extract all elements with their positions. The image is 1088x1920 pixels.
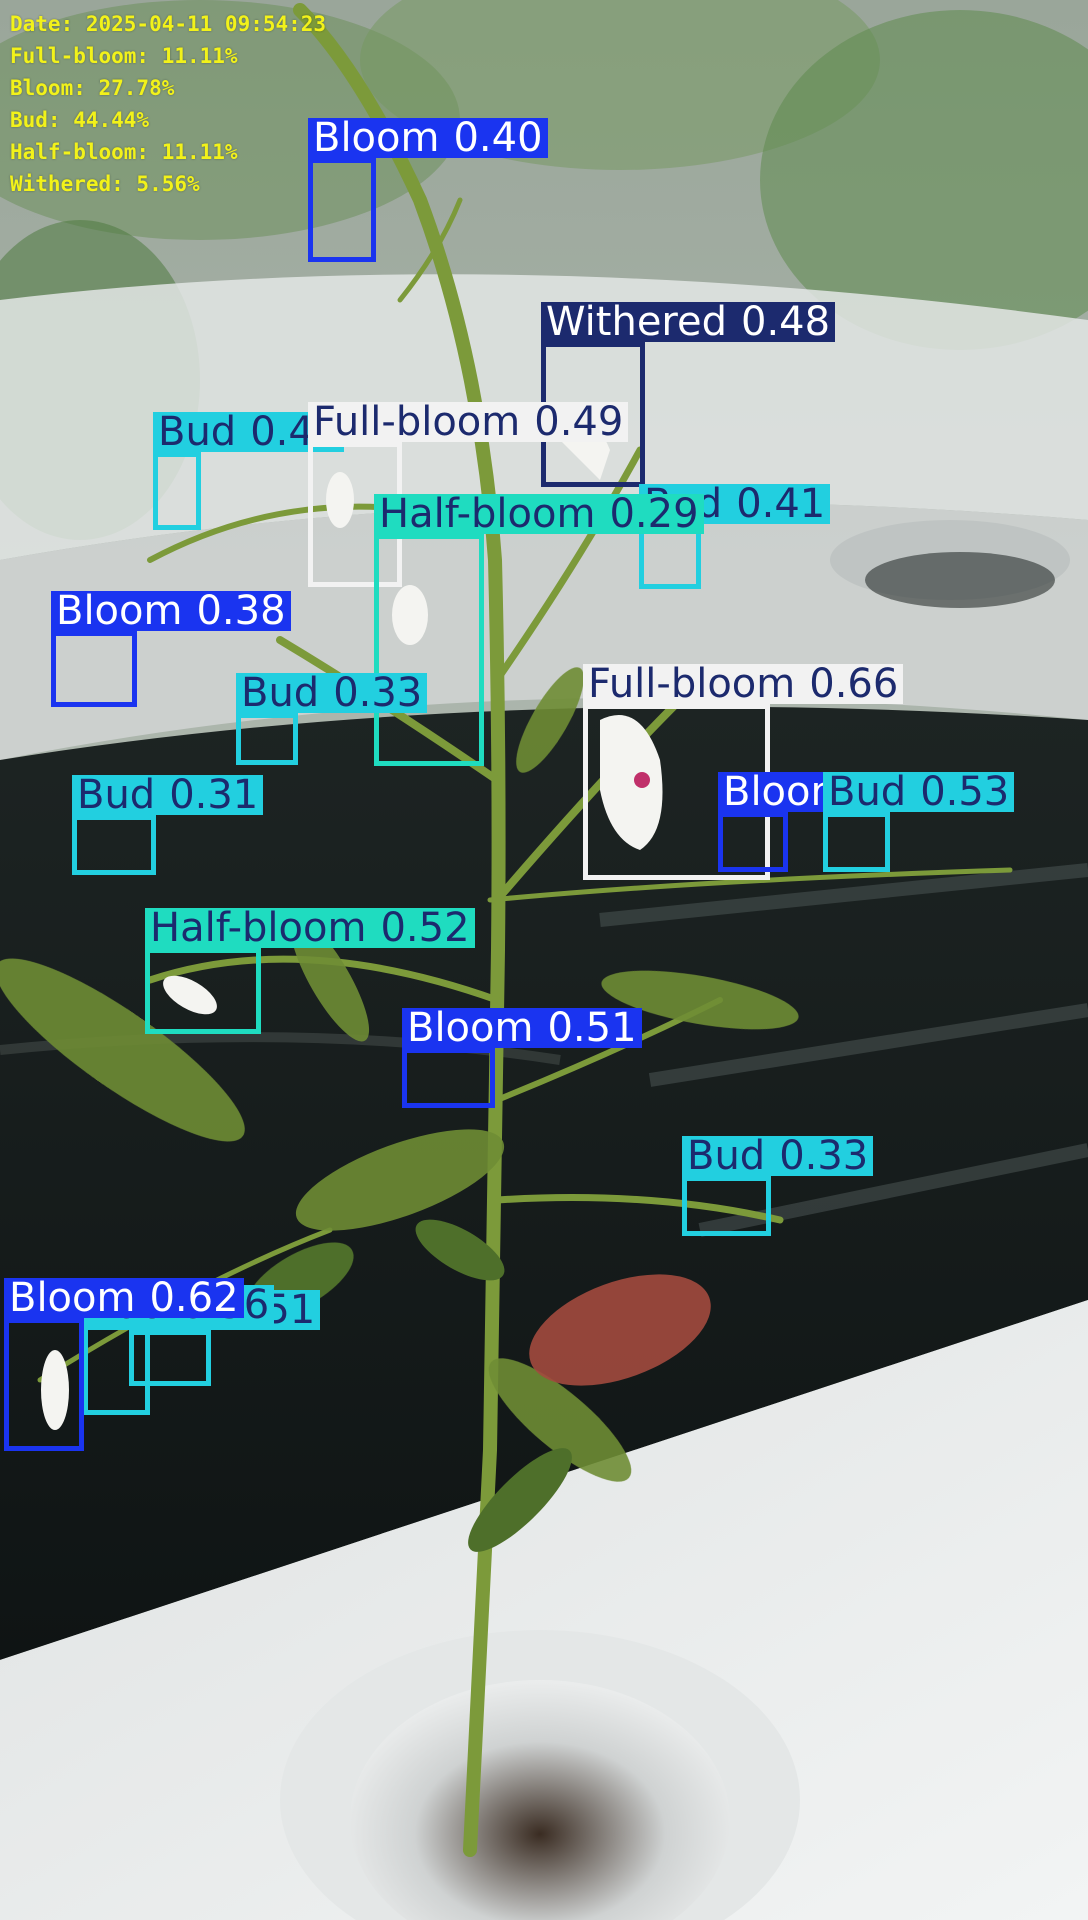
- stat-bud: Bud: 44.44%: [10, 108, 150, 132]
- detection-image: Date: 2025-04-11 09:54:23 Full-bloom: 11…: [0, 0, 1088, 1920]
- detection-class: Bud: [241, 670, 320, 716]
- detection-label: Half-bloom 0.52: [145, 908, 475, 948]
- detection-class: Withered: [546, 299, 727, 345]
- bounding-box: [402, 1048, 495, 1108]
- detection-class: Bloom: [407, 1005, 534, 1051]
- bounding-box: [236, 713, 298, 765]
- bounding-box: [718, 812, 788, 872]
- detection-label: Bud 0.33: [236, 670, 428, 716]
- detection-class: Bud: [828, 769, 907, 815]
- stat-full-bloom: Full-bloom: 11.11%: [10, 44, 238, 68]
- bounding-box: [374, 534, 484, 766]
- stat-withered: Withered: 5.56%: [10, 172, 200, 196]
- bounding-box: [145, 948, 261, 1034]
- detection-label: Full-bloom 0.49: [308, 399, 629, 445]
- detection-label: Full-bloom 0.66: [583, 661, 904, 707]
- detection-confidence: 0.33: [779, 1133, 869, 1179]
- detection-confidence: 0.31: [169, 772, 259, 818]
- detection-label: Withered 0.48: [541, 299, 836, 345]
- stat-half-bloom: Half-bloom: 11.11%: [10, 140, 238, 164]
- bounding-box: [4, 1318, 84, 1451]
- detection-confidence: 0.53: [920, 769, 1010, 815]
- detection-label: Half-bloom 0.29: [374, 494, 704, 534]
- stat-bloom: Bloom: 27.78%: [10, 76, 175, 100]
- detection-confidence: 0.51: [547, 1005, 637, 1051]
- detection-confidence: 0.33: [333, 670, 423, 716]
- date-line: Date: 2025-04-11 09:54:23: [10, 12, 327, 36]
- detection-class: Half-bloom: [379, 491, 596, 537]
- detection-class: Bud: [687, 1133, 766, 1179]
- detection-class: Bloom: [56, 588, 183, 634]
- detection-confidence: 0.52: [380, 905, 470, 951]
- detection-class: Full-bloom: [588, 661, 796, 707]
- detection-confidence: 0.40: [453, 115, 543, 161]
- detection-label: Bloom 0.40: [308, 118, 548, 158]
- detection-confidence: 0.49: [534, 399, 624, 445]
- bounding-box: [823, 812, 890, 872]
- detection-confidence: 0.62: [149, 1275, 239, 1321]
- detection-class: Half-bloom: [150, 905, 367, 951]
- detection-label: Bloom 0.38: [51, 591, 291, 631]
- detection-label: Bloom 0.62: [4, 1278, 244, 1318]
- detection-confidence: 0.41: [736, 481, 826, 527]
- bounding-box: [153, 452, 201, 530]
- bounding-box: [83, 1325, 150, 1415]
- detection-stats-overlay: Date: 2025-04-11 09:54:23 Full-bloom: 11…: [10, 8, 326, 200]
- detection-class: Full-bloom: [313, 399, 521, 445]
- bounding-box: [72, 815, 156, 875]
- detection-class: Bud: [158, 409, 237, 455]
- detection-confidence: 0.38: [196, 588, 286, 634]
- detection-label: Bloom 0.51: [402, 1008, 642, 1048]
- detection-label: Bud 0.53: [823, 769, 1015, 815]
- detection-confidence: 0.66: [809, 661, 899, 707]
- detection-label: Bud 0.31: [72, 772, 264, 818]
- detection-confidence: 0.29: [609, 491, 699, 537]
- detection-confidence: 0.48: [741, 299, 831, 345]
- bounding-box: [51, 631, 137, 707]
- detection-class: Bloom: [313, 115, 440, 161]
- detection-label: Bud 0.33: [682, 1133, 874, 1179]
- detection-class: Bloom: [9, 1275, 136, 1321]
- detection-class: Bud: [77, 772, 156, 818]
- bounding-box: [682, 1176, 771, 1236]
